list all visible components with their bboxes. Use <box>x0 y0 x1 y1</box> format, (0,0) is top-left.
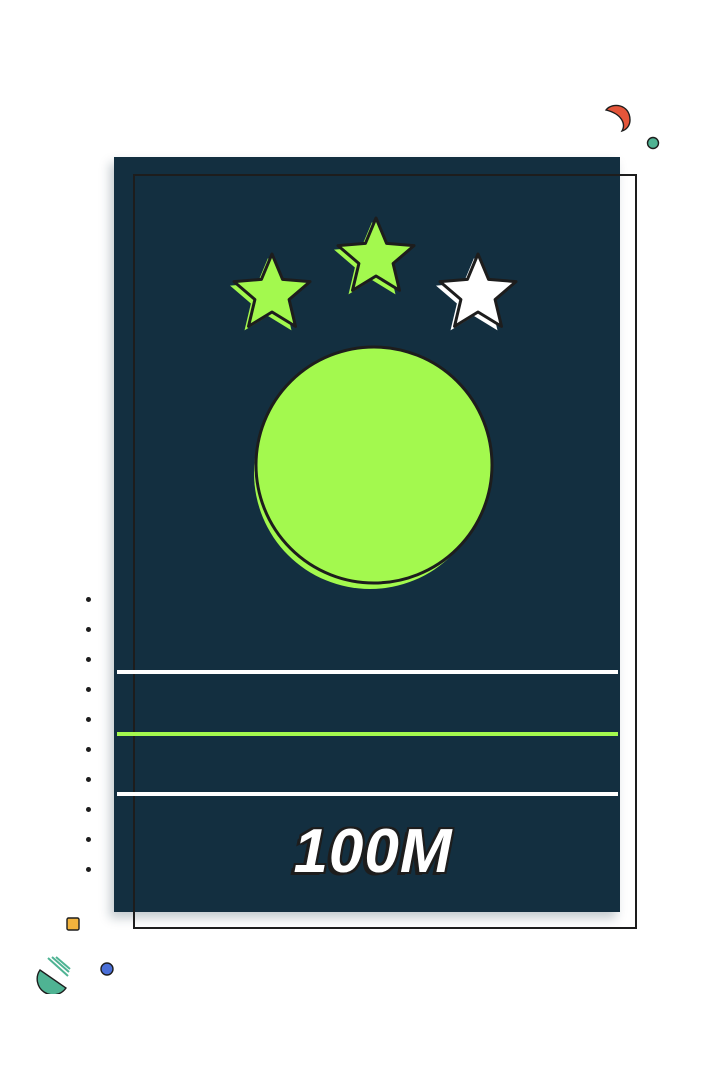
tennis-ball-icon <box>254 345 494 589</box>
blue-dot-decoration <box>100 962 114 976</box>
dot <box>86 807 91 812</box>
dot <box>86 627 91 632</box>
dot <box>86 747 91 752</box>
red-crescent-decoration <box>604 104 631 133</box>
dot <box>86 657 91 662</box>
dot <box>86 777 91 782</box>
star-filled-icon <box>334 216 416 295</box>
distance-label: 100M <box>293 817 453 886</box>
teal-dot-decoration <box>646 136 660 150</box>
dot <box>86 867 91 872</box>
star-empty-icon <box>436 252 518 331</box>
dot <box>86 717 91 722</box>
star-filled-icon <box>230 252 312 331</box>
yellow-square-decoration <box>66 917 80 931</box>
dot <box>86 687 91 692</box>
dot <box>86 597 91 602</box>
dot <box>86 837 91 842</box>
lane-line-green <box>117 732 618 736</box>
teal-striped-semicircle-decoration <box>36 956 71 994</box>
lane-line-white-top <box>117 670 618 674</box>
lane-line-white-bottom <box>117 792 618 796</box>
